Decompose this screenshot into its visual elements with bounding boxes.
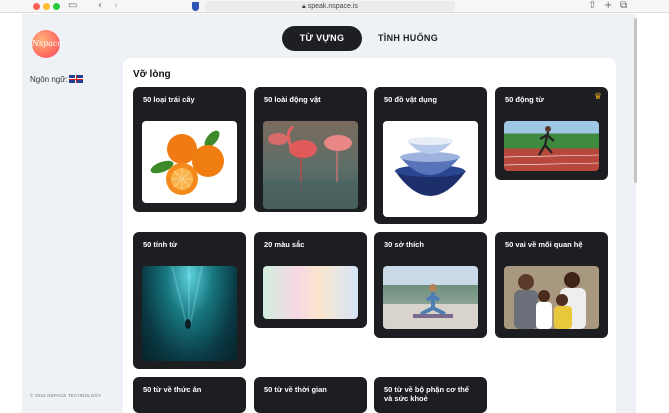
- page-scrollbar[interactable]: [634, 18, 637, 183]
- section-title: Vỡ lòng: [133, 69, 171, 80]
- card-title: 50 từ về thời gian: [264, 385, 327, 394]
- card-title: 30 sở thích: [384, 240, 424, 249]
- card-title: 50 đồ vật dụng: [384, 95, 437, 104]
- tab-situations[interactable]: TÌNH HUỐNG: [368, 26, 448, 51]
- app-logo[interactable]: Nspace: [32, 30, 62, 58]
- card-hobbies[interactable]: 30 sở thích: [374, 232, 487, 338]
- card-title: 50 tính từ: [143, 240, 178, 249]
- pastel-gradient-image: [263, 266, 358, 319]
- card-animals[interactable]: 50 loài động vật: [254, 87, 367, 212]
- family-image: [504, 266, 599, 329]
- card-title: 20 màu sắc: [264, 240, 305, 249]
- runner-image: [504, 121, 599, 171]
- close-window-button[interactable]: [33, 3, 40, 10]
- language-label: Ngôn ngữ:: [30, 75, 68, 84]
- copyright-text: © 2024 NSPACE TECHNOLOGY: [30, 393, 102, 398]
- card-adjectives[interactable]: 50 tính từ: [133, 232, 246, 369]
- card-title: 50 vai về mối quan hệ: [505, 240, 583, 249]
- card-time[interactable]: 50 từ về thời gian: [254, 377, 367, 413]
- card-verbs[interactable]: 50 động từ ♛: [495, 87, 608, 180]
- yoga-image: [383, 266, 478, 329]
- card-title: 50 động từ: [505, 95, 544, 104]
- lock-icon: 🔒︎: [302, 3, 306, 10]
- sidebar: Nspace Ngôn ngữ: © 2024 NSPACE TECHNOLOG…: [22, 14, 123, 413]
- uk-flag-icon[interactable]: [69, 75, 83, 83]
- card-relationships[interactable]: 50 vai về mối quan hệ: [495, 232, 608, 338]
- privacy-shield-icon[interactable]: [192, 2, 199, 11]
- card-title: 50 loài động vật: [264, 95, 321, 104]
- back-icon[interactable]: ‹: [98, 0, 102, 12]
- address-bar[interactable]: 🔒︎ speak.nspace.is: [205, 1, 455, 12]
- maximize-window-button[interactable]: [53, 3, 60, 10]
- share-icon[interactable]: ⇧: [588, 0, 596, 12]
- bowls-image: [383, 121, 478, 217]
- card-body-health[interactable]: 50 từ về bộ phận cơ thể và sức khoẻ: [374, 377, 487, 413]
- card-objects[interactable]: 50 đồ vật dụng: [374, 87, 487, 224]
- forward-icon[interactable]: ›: [114, 0, 118, 12]
- oranges-image: [142, 121, 237, 203]
- card-title: 50 từ về thức ăn: [143, 385, 202, 394]
- card-title: 50 từ về bộ phận cơ thể và sức khoẻ: [384, 385, 469, 403]
- card-colors[interactable]: 20 màu sắc: [254, 232, 367, 328]
- card-fruits[interactable]: 50 loại trái cây: [133, 87, 246, 212]
- crown-icon: ♛: [593, 92, 602, 102]
- url-text: speak.nspace.is: [307, 3, 358, 10]
- card-food[interactable]: 50 từ về thức ăn: [133, 377, 246, 413]
- tab-overview-icon[interactable]: ⧉: [620, 0, 627, 12]
- underwater-image: [142, 266, 237, 361]
- flamingos-image: [263, 121, 358, 209]
- browser-toolbar: ▭ ‹ › 🔒︎ speak.nspace.is ⇧ + ⧉: [0, 0, 669, 13]
- card-title: 50 loại trái cây: [143, 95, 195, 104]
- sidebar-toggle-icon[interactable]: ▭: [68, 0, 77, 12]
- minimize-window-button[interactable]: [43, 3, 50, 10]
- tab-vocabulary[interactable]: TỪ VỰNG: [282, 26, 362, 51]
- new-tab-icon[interactable]: +: [604, 0, 612, 12]
